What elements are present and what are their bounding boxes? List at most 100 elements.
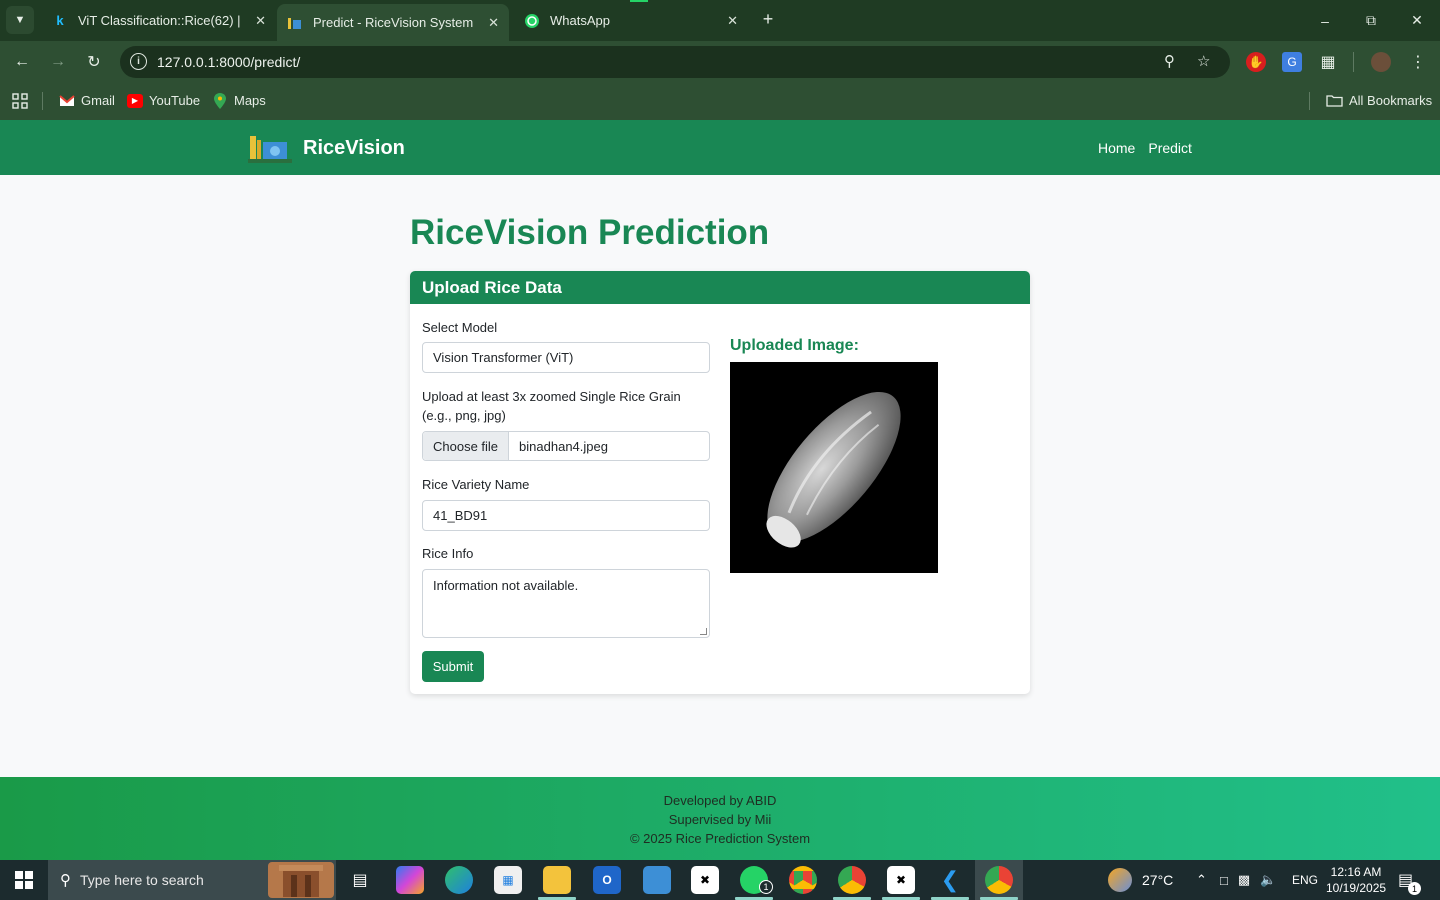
copilot-icon[interactable]	[396, 866, 424, 894]
model-label: Select Model	[422, 320, 498, 335]
folder-icon	[1325, 94, 1343, 108]
edge-icon[interactable]	[445, 866, 473, 894]
model-select[interactable]: Vision Transformer (ViT)	[422, 342, 710, 373]
address-bar[interactable]: i 127.0.0.1:8000/predict/ ⚲ ☆	[120, 46, 1230, 78]
kaggle-icon: k	[56, 13, 64, 28]
chrome-profile-icon[interactable]	[838, 866, 866, 894]
submit-button[interactable]: Submit	[422, 651, 484, 682]
bookmark-youtube[interactable]: ▶ YouTube	[127, 93, 200, 108]
weather-icon	[1108, 868, 1132, 892]
file-explorer-icon[interactable]	[543, 866, 571, 894]
bookmarks-divider	[42, 92, 43, 110]
network-icon[interactable]: ▩	[1238, 872, 1250, 888]
bookmark-gmail[interactable]: Gmail	[59, 93, 115, 108]
show-hidden-icons[interactable]: ⌃	[1196, 860, 1207, 900]
weather-widget[interactable]: 27°C	[1108, 860, 1173, 900]
close-tab-icon[interactable]: ✕	[255, 13, 266, 29]
site-navbar: RiceVision Home Predict	[0, 120, 1440, 175]
info-textarea[interactable]: Information not available.	[422, 569, 710, 638]
task-view-icon[interactable]: ▤	[346, 866, 374, 894]
close-tab-icon[interactable]: ✕	[727, 13, 738, 29]
tab-audio-indicator	[630, 0, 648, 2]
tab-ricevision[interactable]: Predict - RiceVision System ✕	[277, 4, 509, 41]
ricevision-logo	[248, 132, 292, 164]
footer-supervisor: Supervised by Mii	[668, 812, 772, 827]
brand-name: RiceVision	[303, 136, 405, 159]
file-input[interactable]: Choose file binadhan4.jpeg	[422, 431, 710, 461]
adblock-extension-icon[interactable]: ✋	[1246, 52, 1266, 72]
bookmarks-bar: Gmail ▶ YouTube Maps All Bookmarks	[0, 83, 1440, 120]
taskbar-search-placeholder: Type here to search	[80, 872, 204, 888]
windows-logo-icon	[15, 871, 33, 889]
notification-badge: 1	[1408, 882, 1421, 895]
windows-taskbar: ⚲ Type here to search ▤ ▦ O ✖ 1 ✖ ❮ 27°C…	[0, 860, 1440, 900]
system-tray-icons: □ ▩ 🔈	[1220, 860, 1276, 900]
volume-icon[interactable]: 🔈	[1260, 872, 1276, 888]
choose-file-button[interactable]: Choose file	[423, 432, 510, 460]
capcut-icon[interactable]: ✖	[887, 866, 915, 894]
back-button[interactable]: ←	[11, 51, 33, 73]
tab-whatsapp[interactable]: WhatsApp ✕	[514, 4, 748, 37]
vscode-icon[interactable]: ❮	[936, 866, 964, 894]
file-name: binadhan4.jpeg	[519, 438, 608, 454]
meet-now-icon[interactable]: □	[1220, 873, 1228, 888]
nav-predict-link[interactable]: Predict	[1148, 140, 1192, 156]
forward-button[interactable]: →	[47, 51, 69, 73]
browser-toolbar: ← → ↻ i 127.0.0.1:8000/predict/ ⚲ ☆ ✋ G …	[0, 41, 1440, 83]
search-icon: ⚲	[60, 872, 71, 889]
uploaded-image-title: Uploaded Image:	[730, 337, 859, 354]
variety-input[interactable]: 41_BD91	[422, 500, 710, 531]
profile-avatar[interactable]	[1371, 52, 1391, 72]
clock[interactable]: 12:16 AM 10/19/2025	[1326, 860, 1386, 900]
variety-label: Rice Variety Name	[422, 477, 530, 492]
chrome-active-icon[interactable]	[985, 866, 1013, 894]
chrome-icon[interactable]	[789, 866, 817, 894]
language-indicator[interactable]: ENG	[1292, 860, 1318, 900]
bookmark-maps[interactable]: Maps	[212, 92, 266, 109]
store-icon[interactable]: ▦	[494, 866, 522, 894]
bookmark-star-icon[interactable]: ☆	[1197, 52, 1210, 70]
window-controls: – ⧉ ✕	[1302, 0, 1440, 41]
minimize-icon[interactable]: –	[1302, 0, 1348, 41]
browser-tab-bar: ▼ k ViT Classification::Rice(62) | Kag ✕…	[0, 0, 1440, 41]
upload-label: Upload at least 3x zoomed Single Rice Gr…	[422, 389, 681, 423]
footer-developer: Developed by ABID	[663, 793, 777, 808]
ricevision-favicon	[287, 15, 303, 31]
model-select-value: Vision Transformer (ViT)	[433, 350, 574, 365]
site-nav-links: Home Predict	[1098, 140, 1192, 156]
close-tab-icon[interactable]: ✕	[488, 15, 499, 31]
site-info-icon[interactable]: i	[130, 53, 147, 70]
reload-button[interactable]: ↻	[83, 51, 105, 73]
resize-handle-icon[interactable]	[700, 628, 707, 635]
clock-time: 12:16 AM	[1330, 865, 1382, 879]
url-text[interactable]: 127.0.0.1:8000/predict/	[157, 54, 300, 70]
tab-search-button[interactable]: ▼	[6, 6, 34, 34]
gmail-icon	[59, 94, 75, 108]
info-label: Rice Info	[422, 546, 474, 561]
restore-icon[interactable]: ⧉	[1348, 0, 1394, 41]
footer-copyright: © 2025 Rice Prediction System	[629, 831, 811, 846]
tab-kaggle[interactable]: k ViT Classification::Rice(62) | Kag ✕	[42, 4, 276, 37]
nav-home-link[interactable]: Home	[1098, 140, 1135, 156]
whatsapp-badge: 1	[759, 880, 773, 894]
all-bookmarks-button[interactable]: All Bookmarks	[1325, 93, 1432, 108]
search-highlight-image	[268, 862, 334, 898]
apps-grid-icon[interactable]	[12, 93, 28, 109]
close-window-icon[interactable]: ✕	[1394, 0, 1440, 41]
extensions-puzzle-icon[interactable]: ▦	[1318, 52, 1338, 72]
youtube-icon: ▶	[127, 93, 143, 108]
translate-extension-icon[interactable]: G	[1282, 52, 1302, 72]
outlook-icon[interactable]: O	[593, 866, 621, 894]
site-footer: Developed by ABID Supervised by Mii © 20…	[0, 777, 1440, 860]
card-header: Upload Rice Data	[410, 271, 1030, 304]
remote-desktop-icon[interactable]	[643, 866, 671, 894]
capcut-icon[interactable]: ✖	[691, 866, 719, 894]
start-button[interactable]	[0, 860, 48, 900]
maps-pin-icon	[212, 92, 228, 109]
new-tab-button[interactable]: +	[758, 9, 778, 30]
uploaded-rice-grain-image	[730, 362, 938, 573]
taskbar-search[interactable]: ⚲ Type here to search	[48, 860, 336, 900]
menu-kebab-icon[interactable]: ⋮	[1408, 52, 1428, 72]
brand-link[interactable]: RiceVision	[248, 132, 405, 164]
zoom-icon[interactable]: ⚲	[1164, 52, 1175, 70]
